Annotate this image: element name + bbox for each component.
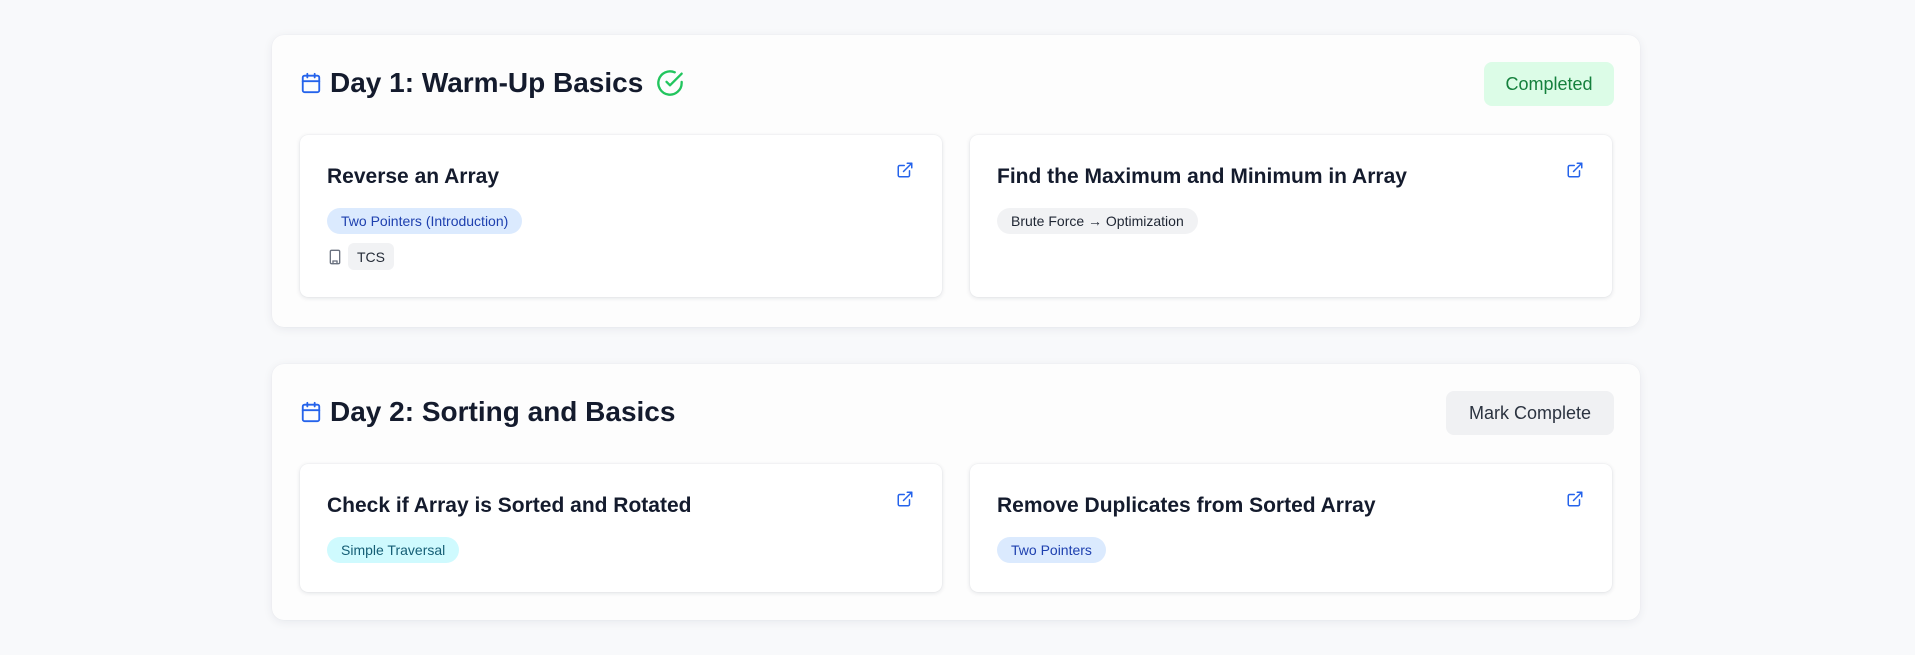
external-link-icon[interactable] bbox=[1566, 161, 1584, 179]
day-header: Day 1: Warm-Up Basics bbox=[300, 61, 684, 105]
calendar-icon bbox=[300, 72, 322, 94]
company-row: TCS bbox=[327, 243, 394, 270]
check-circle-icon bbox=[656, 69, 684, 97]
problem-title: Find the Maximum and Minimum in Array bbox=[997, 165, 1407, 188]
building-icon bbox=[327, 249, 343, 265]
external-link-icon[interactable] bbox=[1566, 490, 1584, 508]
problem-card[interactable]: Reverse an Array Two Pointers (Introduct… bbox=[300, 135, 942, 297]
topic-tag: Simple Traversal bbox=[327, 537, 460, 563]
day-title: Day 1: Warm-Up Basics bbox=[330, 67, 644, 98]
mark-complete-button[interactable]: Mark Complete bbox=[1446, 391, 1614, 435]
problem-card[interactable]: Remove Duplicates from Sorted Array Two … bbox=[970, 464, 1612, 592]
external-link-icon[interactable] bbox=[896, 490, 914, 508]
topic-tag: Brute Force → Optimization bbox=[997, 208, 1198, 234]
problem-card[interactable]: Find the Maximum and Minimum in Array Br… bbox=[970, 135, 1612, 297]
day-section-2: Day 2: Sorting and Basics Mark Complete … bbox=[272, 364, 1640, 620]
problem-card[interactable]: Check if Array is Sorted and Rotated Sim… bbox=[300, 464, 942, 592]
external-link-icon[interactable] bbox=[896, 161, 914, 179]
day-title: Day 2: Sorting and Basics bbox=[330, 396, 676, 427]
company-tag: TCS bbox=[348, 243, 394, 270]
problem-title: Reverse an Array bbox=[327, 165, 499, 188]
topic-tag: Two Pointers (Introduction) bbox=[327, 208, 523, 234]
day-header: Day 2: Sorting and Basics bbox=[300, 390, 675, 434]
completed-button[interactable]: Completed bbox=[1484, 62, 1614, 106]
day-section-1: Day 1: Warm-Up Basics Completed Reverse … bbox=[272, 35, 1640, 327]
topic-tag: Two Pointers bbox=[997, 537, 1106, 563]
problem-title: Check if Array is Sorted and Rotated bbox=[327, 494, 692, 517]
calendar-icon bbox=[300, 401, 322, 423]
problem-title: Remove Duplicates from Sorted Array bbox=[997, 494, 1376, 517]
